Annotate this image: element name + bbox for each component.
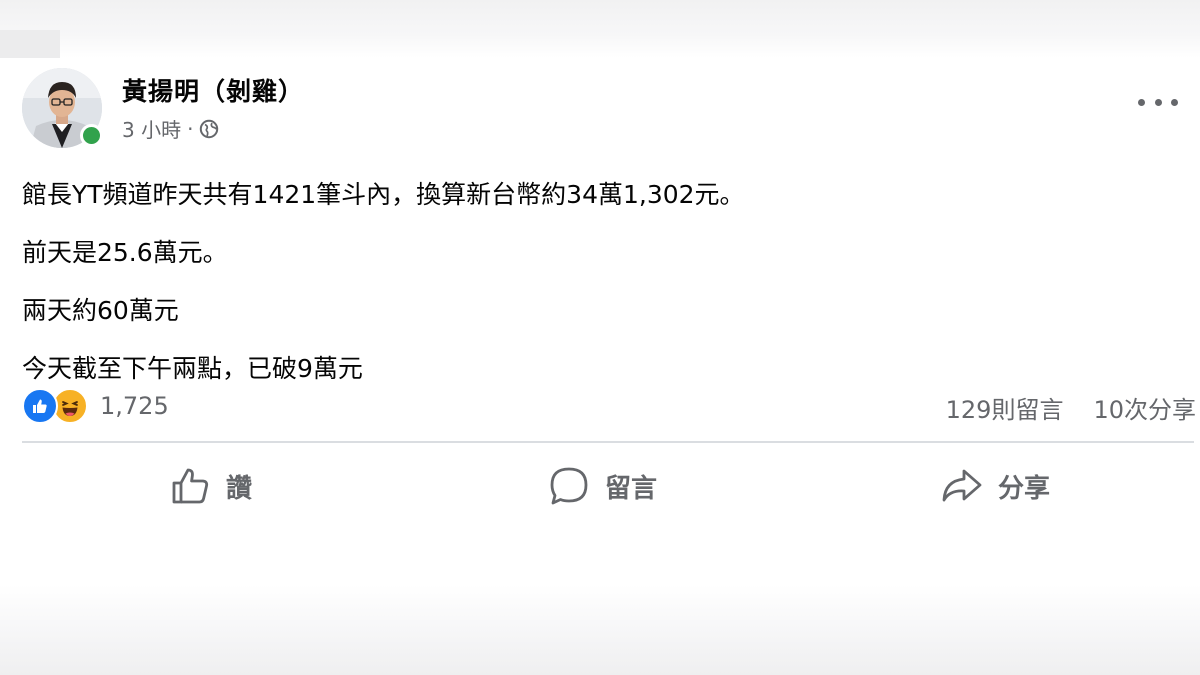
- author-name[interactable]: 黃揚明（剝雞）: [122, 72, 304, 108]
- more-options-icon[interactable]: [1138, 90, 1178, 114]
- share-arrow-icon: [942, 469, 982, 502]
- comment-button[interactable]: 留言: [547, 456, 657, 516]
- post-body-line: 兩天約60萬元: [22, 296, 179, 325]
- like-reaction-icon: [22, 388, 58, 424]
- online-status-dot: [80, 124, 103, 147]
- more-dot: [1154, 98, 1162, 106]
- post-body-line: 前天是25.6萬元。: [22, 238, 228, 267]
- bottom-edge-background: [0, 585, 1200, 675]
- action-divider: [22, 441, 1194, 443]
- facebook-post: 黃揚明（剝雞） 3 小時 · 館長YT頻道昨天共有1421筆斗內，換算新台幣約3…: [0, 58, 1200, 585]
- post-body-line: 館長YT頻道昨天共有1421筆斗內，換算新台幣約34萬1,302元。: [22, 180, 745, 209]
- thumbs-up-icon: [172, 468, 209, 504]
- share-button[interactable]: 分享: [940, 456, 1050, 516]
- engagement-stats: 129則留言 10次分享: [880, 390, 1196, 425]
- more-dot: [1138, 98, 1145, 106]
- post-action-bar: 讚 留言 分享: [22, 456, 1194, 516]
- post-meta: 3 小時 ·: [122, 114, 219, 143]
- post-timestamp[interactable]: 3 小時: [122, 114, 181, 143]
- shares-count-link[interactable]: 10次分享: [1093, 390, 1196, 425]
- like-label: 讚: [226, 473, 253, 504]
- comment-bubble-icon: [550, 467, 588, 505]
- reactions-count: 1,725: [100, 392, 169, 420]
- meta-separator: ·: [187, 116, 194, 141]
- like-button[interactable]: 讚: [170, 456, 252, 516]
- more-dot: [1171, 98, 1178, 106]
- post-body: 館長YT頻道昨天共有1421筆斗內，換算新台幣約34萬1,302元。 前天是25…: [22, 166, 1172, 398]
- reactions-summary[interactable]: 1,725: [22, 388, 169, 424]
- top-left-edge-background: [0, 30, 60, 60]
- globe-icon[interactable]: [199, 119, 219, 139]
- comment-label: 留言: [605, 473, 658, 504]
- comments-count-link[interactable]: 129則留言: [946, 390, 1064, 425]
- share-label: 分享: [998, 473, 1051, 504]
- top-edge-background: [0, 0, 1200, 58]
